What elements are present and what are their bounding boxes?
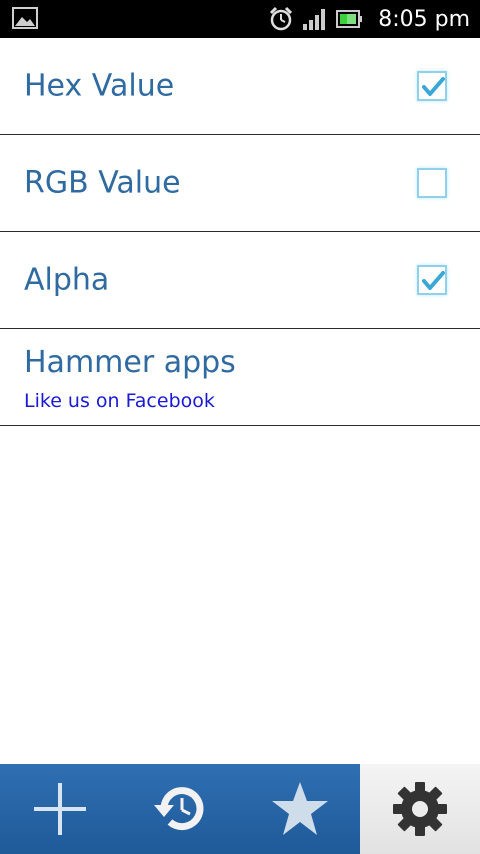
settings-list: Hex Value RGB Value Alpha Hammer apps Li…: [0, 38, 480, 426]
setting-row-alpha[interactable]: Alpha: [0, 232, 480, 329]
battery-icon: [336, 10, 363, 28]
tab-add[interactable]: [0, 764, 120, 854]
facebook-link[interactable]: Like us on Facebook: [24, 390, 215, 412]
tab-favorites[interactable]: [240, 764, 360, 854]
hex-checkbox[interactable]: [417, 71, 447, 101]
setting-row-hex[interactable]: Hex Value: [0, 38, 480, 135]
promo-row[interactable]: Hammer apps Like us on Facebook: [0, 329, 480, 426]
tab-history[interactable]: [120, 764, 240, 854]
rgb-checkbox[interactable]: [417, 168, 447, 198]
plus-icon: [34, 783, 86, 835]
setting-label-hex: Hex Value: [24, 68, 175, 104]
status-time: 8:05 pm: [378, 6, 470, 32]
bottom-tab-bar: [0, 764, 480, 854]
setting-label-alpha: Alpha: [24, 262, 110, 298]
signal-icon: [303, 9, 326, 30]
setting-row-rgb[interactable]: RGB Value: [0, 135, 480, 232]
gear-icon: [393, 782, 447, 836]
setting-label-rgb: RGB Value: [24, 165, 181, 201]
checkmark-icon: [422, 271, 445, 290]
star-icon: [272, 782, 328, 835]
checkmark-icon: [422, 77, 445, 96]
alpha-checkbox[interactable]: [417, 265, 447, 295]
gallery-icon: [12, 7, 38, 29]
tab-settings[interactable]: [360, 764, 480, 854]
history-icon: [154, 787, 204, 831]
promo-title: Hammer apps: [24, 345, 236, 380]
alarm-icon: [270, 6, 293, 31]
status-bar: 8:05 pm: [0, 0, 480, 38]
